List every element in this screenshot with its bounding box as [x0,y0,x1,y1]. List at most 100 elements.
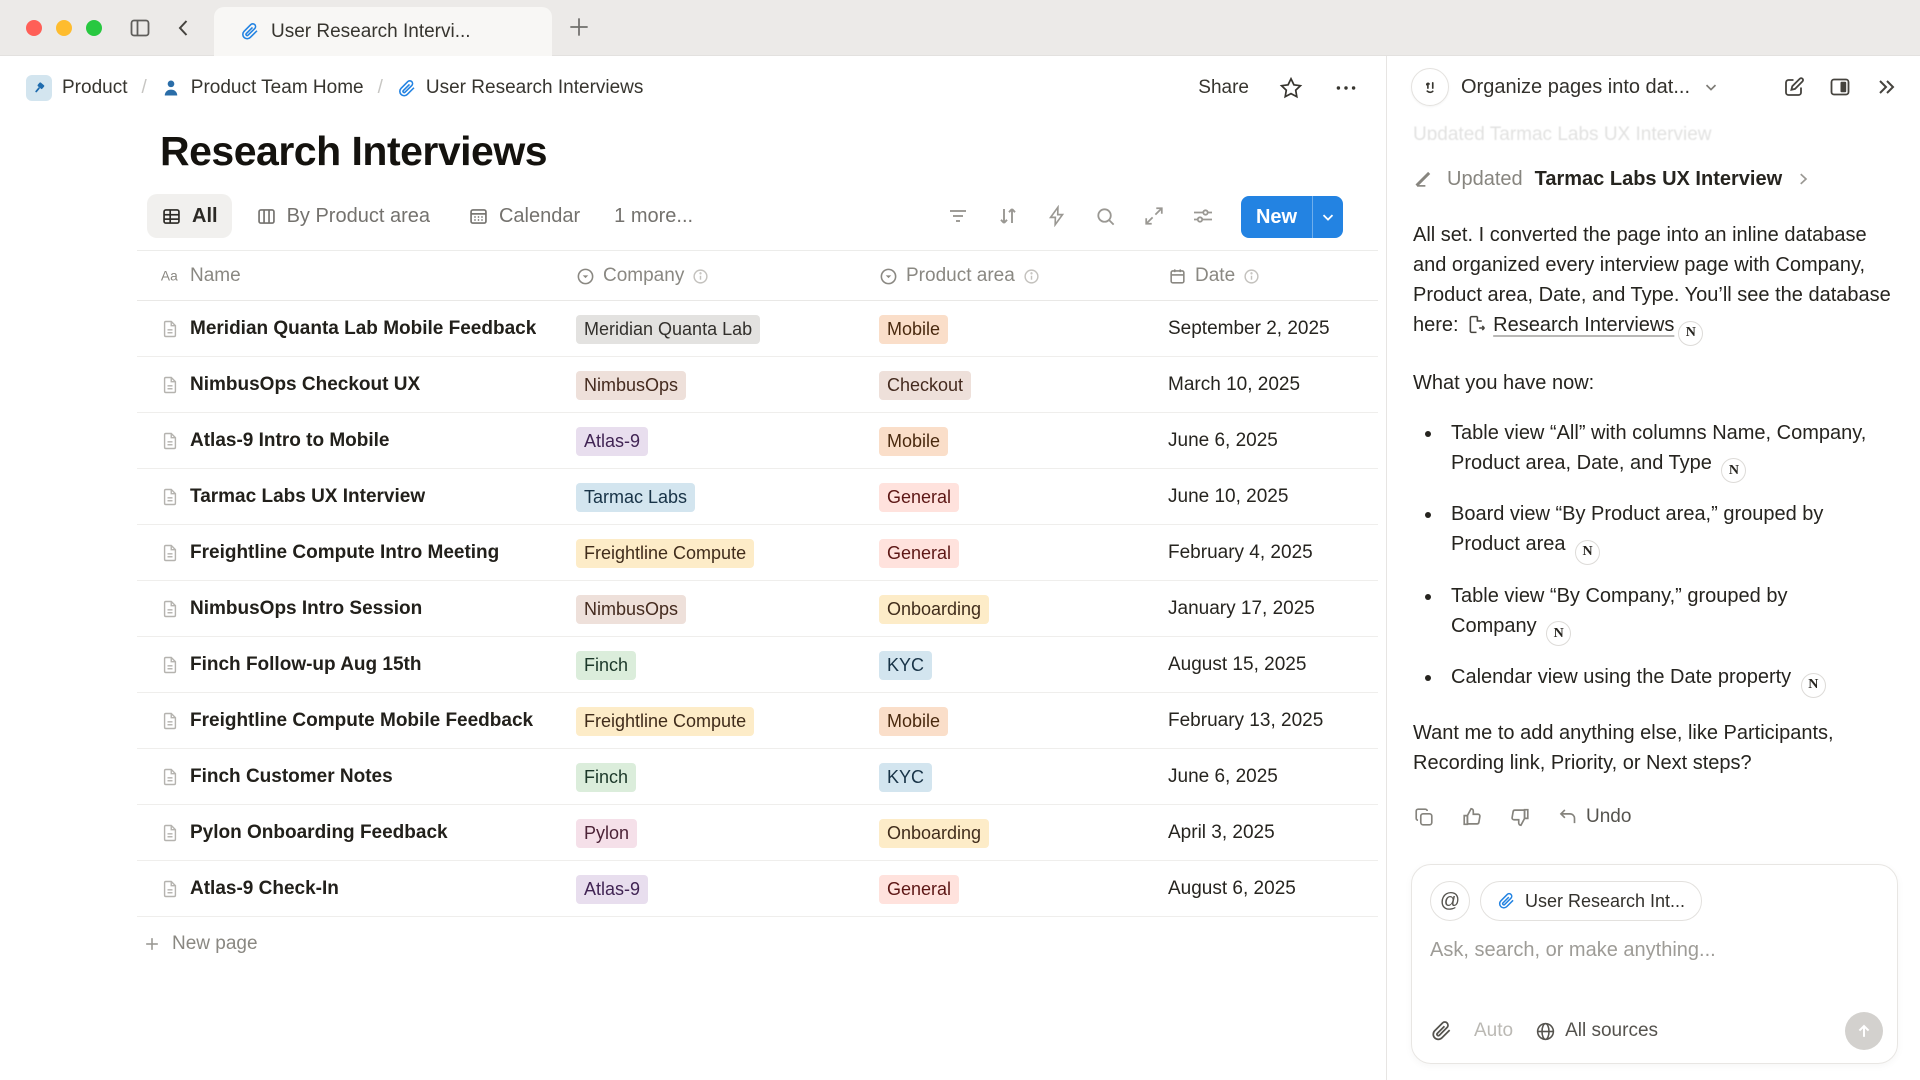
view-tab-calendar[interactable]: Calendar [454,194,594,238]
table-row[interactable]: Freightline Compute Mobile Feedback Freig… [137,693,1378,749]
view-tab-by-product-area[interactable]: By Product area [242,194,444,238]
date-cell[interactable]: April 3, 2025 [1168,805,1275,861]
date-cell[interactable]: June 10, 2025 [1168,469,1288,525]
undo-button[interactable]: Undo [1557,802,1631,832]
page-name-cell[interactable]: Atlas-9 Check-In [160,861,339,917]
new-page-button[interactable]: New page [137,917,1378,971]
page-name-cell[interactable]: Freightline Compute Intro Meeting [160,525,499,581]
more-views-button[interactable]: 1 more... [604,205,703,228]
product-teamspace-icon[interactable] [26,75,52,101]
product-area-cell[interactable]: Onboarding [879,805,989,861]
view-tab-all[interactable]: All [147,194,232,238]
company-cell[interactable]: NimbusOps [576,357,686,413]
notion-page-badge-icon[interactable]: N [1575,540,1600,565]
new-tab-icon[interactable] [566,14,592,40]
favorite-star-icon[interactable] [1279,76,1303,100]
company-cell[interactable]: Freightline Compute [576,525,754,581]
page-name-cell[interactable]: NimbusOps Checkout UX [160,357,420,413]
minimize-window-button[interactable] [56,20,72,36]
product-area-cell[interactable]: General [879,861,959,917]
product-area-cell[interactable]: Checkout [879,357,971,413]
expand-icon[interactable] [1143,205,1165,227]
product-area-cell[interactable]: Mobile [879,301,948,357]
automation-lightning-icon[interactable] [1046,205,1068,227]
column-header-date[interactable]: Date [1168,251,1260,301]
all-sources-button[interactable]: All sources [1535,1020,1658,1042]
auto-mode-button[interactable]: Auto [1474,1020,1513,1042]
breadcrumb-team-home[interactable]: Product Team Home [191,77,364,99]
company-cell[interactable]: Finch [576,749,636,805]
sidebar-toggle-icon[interactable] [128,16,152,40]
ai-input-card[interactable]: @ User Research Int... Ask, search, or m… [1411,864,1898,1064]
breadcrumb-current-page[interactable]: User Research Interviews [426,77,644,99]
notion-page-badge-icon[interactable]: N [1678,321,1703,346]
date-cell[interactable]: August 6, 2025 [1168,861,1296,917]
product-area-cell[interactable]: KYC [879,749,932,805]
table-row[interactable]: Atlas-9 Check-In Atlas-9 General August 6, … [137,861,1378,917]
date-cell[interactable]: March 10, 2025 [1168,357,1300,413]
sort-icon[interactable] [996,204,1020,228]
page-name-cell[interactable]: Atlas-9 Intro to Mobile [160,413,390,469]
new-chat-compose-icon[interactable] [1782,75,1806,99]
date-cell[interactable]: August 15, 2025 [1168,637,1306,693]
new-button[interactable]: New [1241,196,1343,238]
company-cell[interactable]: Finch [576,637,636,693]
chevron-down-icon[interactable] [1702,78,1720,96]
product-area-cell[interactable]: General [879,469,959,525]
ai-input-field[interactable]: Ask, search, or make anything... [1430,939,1879,962]
table-row[interactable]: NimbusOps Intro Session NimbusOps Onboardi… [137,581,1378,637]
research-interviews-link[interactable]: Research Interviews [1493,314,1674,336]
product-area-cell[interactable]: General [879,525,959,581]
back-icon[interactable] [172,16,196,40]
updated-page-row[interactable]: Updated Tarmac Labs UX Interview [1413,164,1894,194]
date-cell[interactable]: September 2, 2025 [1168,301,1330,357]
filter-icon[interactable] [946,204,970,228]
settings-sliders-icon[interactable] [1191,204,1215,228]
zoom-window-button[interactable] [86,20,102,36]
thumbs-up-icon[interactable] [1461,806,1483,828]
date-cell[interactable]: June 6, 2025 [1168,413,1278,469]
panel-layout-icon[interactable] [1828,75,1852,99]
mention-button[interactable]: @ [1430,881,1470,921]
date-cell[interactable]: February 4, 2025 [1168,525,1313,581]
send-button[interactable] [1845,1012,1883,1050]
product-area-cell[interactable]: Onboarding [879,581,989,637]
copy-icon[interactable] [1413,806,1435,828]
notion-page-badge-icon[interactable]: N [1721,458,1746,483]
browser-tab[interactable]: User Research Intervi... [214,7,552,56]
company-cell[interactable]: Atlas-9 [576,861,648,917]
page-name-cell[interactable]: NimbusOps Intro Session [160,581,422,637]
table-row[interactable]: Meridian Quanta Lab Mobile Feedback Merid… [137,301,1378,357]
breadcrumb-product[interactable]: Product [62,77,127,99]
table-row[interactable]: NimbusOps Checkout UX NimbusOps Checkout Ma… [137,357,1378,413]
company-cell[interactable]: Meridian Quanta Lab [576,301,760,357]
company-cell[interactable]: Atlas-9 [576,413,648,469]
company-cell[interactable]: Freightline Compute [576,693,754,749]
search-icon[interactable] [1094,205,1117,228]
product-area-cell[interactable]: Mobile [879,693,948,749]
ai-thread-title[interactable]: Organize pages into dat... [1461,76,1690,99]
date-cell[interactable]: January 17, 2025 [1168,581,1315,637]
company-cell[interactable]: NimbusOps [576,581,686,637]
table-row[interactable]: Pylon Onboarding FeedbackPylonOnboarding… [137,805,1378,861]
table-row[interactable]: Finch Customer Notes Finch KYC June 6, 2025 [137,749,1378,805]
column-header-name[interactable]: Aa Name [160,251,241,301]
page-name-cell[interactable]: Finch Follow-up Aug 15th [160,637,422,693]
page-name-cell[interactable]: Finch Customer Notes [160,749,393,805]
new-button-chevron-icon[interactable] [1313,208,1343,226]
page-name-cell[interactable]: Meridian Quanta Lab Mobile Feedback [160,301,536,357]
page-name-cell[interactable]: Pylon Onboarding Feedback [160,805,448,861]
column-header-product-area[interactable]: Product area [879,251,1040,301]
product-area-cell[interactable]: Mobile [879,413,948,469]
date-cell[interactable]: June 6, 2025 [1168,749,1278,805]
page-name-cell[interactable]: Tarmac Labs UX Interview [160,469,425,525]
page-name-cell[interactable]: Freightline Compute Mobile Feedback [160,693,533,749]
collapse-panel-double-chevron-icon[interactable] [1874,75,1898,99]
notion-page-badge-icon[interactable]: N [1801,673,1826,698]
company-cell[interactable]: Tarmac Labs [576,469,695,525]
more-options-icon[interactable] [1333,75,1359,101]
date-cell[interactable]: February 13, 2025 [1168,693,1323,749]
attach-paperclip-icon[interactable] [1430,1020,1452,1042]
context-chip[interactable]: User Research Int... [1480,881,1702,921]
column-header-company[interactable]: Company [576,251,709,301]
